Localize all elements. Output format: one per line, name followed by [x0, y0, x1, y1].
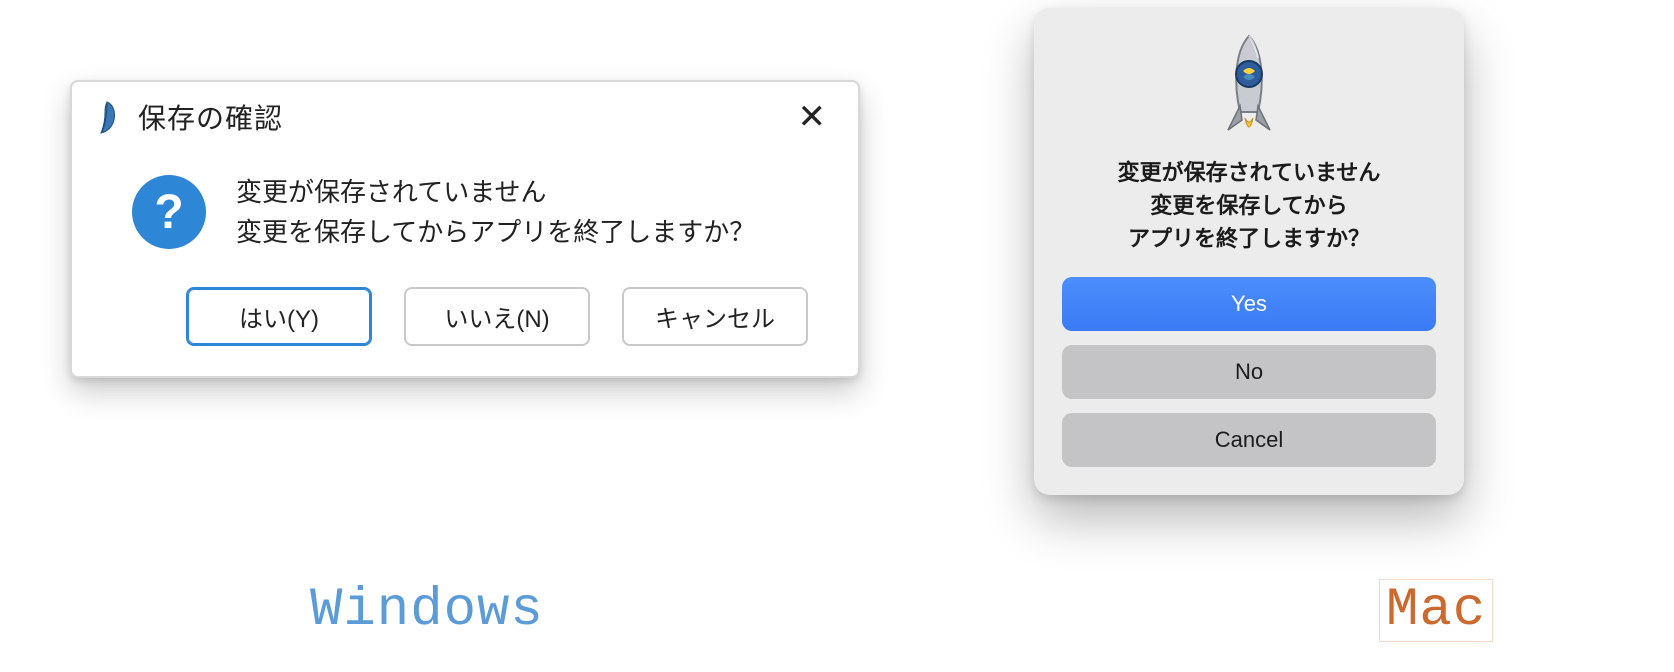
- cancel-button[interactable]: Cancel: [1062, 413, 1436, 467]
- windows-dialog-container: 保存の確認 ✕ ? 変更が保存されていません 変更を保存してからアプリを終了しま…: [70, 80, 860, 378]
- mac-dialog-message: 変更が保存されていません 変更を保存してから アプリを終了しますか？: [1118, 156, 1381, 255]
- question-glyph: ?: [154, 185, 183, 240]
- windows-dialog-body: ? 変更が保存されていません 変更を保存してからアプリを終了しますか？: [72, 144, 858, 287]
- question-icon: ?: [132, 175, 206, 249]
- python-rocket-icon: [1206, 34, 1292, 146]
- windows-dialog-title: 保存の確認: [138, 97, 788, 137]
- no-button[interactable]: いいえ(N): [404, 287, 590, 346]
- windows-message-line2: 変更を保存してからアプリを終了しますか？: [236, 212, 755, 252]
- windows-titlebar: 保存の確認 ✕: [72, 82, 858, 144]
- windows-dialog-message: 変更が保存されていません 変更を保存してからアプリを終了しますか？: [236, 172, 755, 253]
- windows-dialog: 保存の確認 ✕ ? 変更が保存されていません 変更を保存してからアプリを終了しま…: [70, 80, 860, 378]
- mac-message-line3: アプリを終了しますか？: [1118, 222, 1381, 255]
- tk-feather-icon: [94, 100, 120, 134]
- close-icon[interactable]: ✕: [788, 96, 837, 138]
- windows-message-line1: 変更が保存されていません: [236, 172, 755, 212]
- mac-message-line1: 変更が保存されていません: [1118, 156, 1381, 189]
- no-button[interactable]: No: [1062, 345, 1436, 399]
- mac-dialog-container: 変更が保存されていません 変更を保存してから アプリを終了しますか？ Yes N…: [1034, 8, 1464, 495]
- mac-message-line2: 変更を保存してから: [1118, 189, 1381, 222]
- windows-button-row: はい(Y) いいえ(N) キャンセル: [72, 287, 858, 376]
- caption-mac: Mac: [1380, 580, 1492, 641]
- mac-dialog: 変更が保存されていません 変更を保存してから アプリを終了しますか？ Yes N…: [1034, 8, 1464, 495]
- yes-button[interactable]: はい(Y): [186, 287, 372, 346]
- yes-button[interactable]: Yes: [1062, 277, 1436, 331]
- caption-windows: Windows: [310, 580, 544, 641]
- cancel-button[interactable]: キャンセル: [622, 287, 808, 346]
